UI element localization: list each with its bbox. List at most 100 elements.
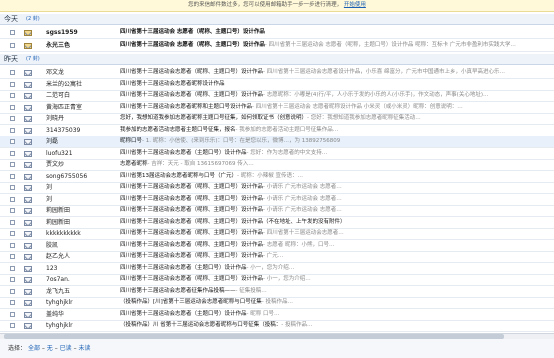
select-read-link[interactable]: 已读	[60, 345, 72, 352]
mail-row[interactable]: 邓文龙 四川省第十三届运动会志愿者（昵称、主题口号）设计作品- 四川省第十三届运动…	[0, 67, 554, 79]
mail-row[interactable]: 黄海匹正青室 四川省第十三届运动会志愿者昵称和主题口号设计作品- 四川省第十三届运…	[0, 102, 554, 114]
mail-subject-cell[interactable]: 四川省第13届运动会志愿者昵称与口号（广元）- 昵称：小辣椒 宣传语：…	[120, 171, 554, 182]
mail-sender[interactable]: 刘	[46, 182, 118, 193]
mail-row-checkbox[interactable]	[10, 277, 15, 282]
mail-sender[interactable]: 米兰的公寓社	[46, 79, 118, 90]
mail-subject-cell[interactable]: 四川省第十三届运动会志愿者（呢称、主题口号）设计作品- 小请乐 广元市运动会 志…	[120, 194, 554, 205]
mail-subject[interactable]: 四川省第十三届运动会 志愿者（呢称、主题口号）设计作品	[120, 42, 265, 48]
mail-row-checkbox[interactable]	[10, 116, 15, 121]
mail-row-checkbox[interactable]	[10, 43, 15, 48]
mail-subject-cell[interactable]: 四川省第十三届运动会志愿者（呢称、主题口号）设计作品- 小一，您为介绍…	[120, 274, 554, 285]
mail-row[interactable]: 刘磊 昵称口号- 1. 昵称：小信使、(来到乐乐)：口号：在是您以乐，微博…，为 …	[0, 136, 554, 148]
mail-sender[interactable]: 314375039	[46, 125, 118, 136]
mail-sender[interactable]: 永光三色	[46, 40, 118, 51]
mail-row-checkbox[interactable]	[10, 219, 15, 225]
mail-row-checkbox[interactable]	[10, 196, 15, 202]
mail-subject-cell[interactable]: 四川省第十三届运动会志愿者（呢称、主题口号）设计作品（不在地址、上午发的没有附件…	[120, 217, 554, 228]
mail-row-checkbox[interactable]	[10, 150, 15, 156]
mail-subject-cell[interactable]: 四川省第十三届运动会志愿者（昵称、主题口号）设计作品- 四川省第十三届运动会志愿…	[120, 228, 554, 239]
mail-sender[interactable]: 123	[46, 263, 118, 274]
mail-subject-cell[interactable]: 四川省第十三届运动会志愿者昵称和主题口号设计作品- 四川省第十三届运动会 志愿者…	[120, 102, 554, 113]
mail-row[interactable]: 刘四川省第十三届运动会志愿者（呢称、主题口号）设计作品- 小请乐 广元市运动会 …	[0, 194, 554, 206]
mail-row-checkbox[interactable]	[10, 81, 15, 87]
mail-sender[interactable]: 邓文龙	[46, 67, 118, 78]
mail-subject-cell[interactable]: 四川省第十三届运动会 志愿者（呢称、主题口号）设计作品- 四川省第十三届运动会 …	[120, 40, 554, 51]
mail-subject[interactable]: 四川省第十三届运动会志愿者昵称设计作品	[120, 81, 225, 87]
mail-subject[interactable]: 四川省第十三届运动会志愿者征集作品投稿——	[120, 288, 236, 294]
select-unread-link[interactable]: 未读	[79, 345, 91, 352]
mail-subject[interactable]: （投稿作品）[川]省第十三届运动会志愿者昵称与口号征集	[120, 299, 262, 305]
mail-row-checkbox[interactable]	[10, 185, 15, 190]
mail-row-checkbox[interactable]	[10, 242, 15, 248]
mail-subject-cell[interactable]: 昵称口号- 1. 昵称：小信使、(来到乐乐)：口号：在是您以乐，微博…，为 13…	[120, 136, 554, 147]
mail-subject-cell[interactable]: 四川省第十三届运动会志愿者（昵称、主题口号）设计作品- 四川省第十三届运动会志愿…	[120, 67, 554, 78]
mail-row[interactable]: 314375039 我参加的志愿者活动志愿者主题口号征集，报名- 我参加的志愿者活…	[0, 125, 554, 137]
mail-subject-cell[interactable]: 四川省第十三届运动会志愿者（主题口号）设计作品- 您好：作为志愿者的中文支持…	[120, 148, 554, 159]
mail-subject[interactable]: 四川省第十三届运动会志愿者（呢称、主题口号）设计作品	[120, 242, 263, 248]
mail-sender[interactable]: 龙飞九五	[46, 286, 118, 297]
mail-subject-cell[interactable]: 志愿者昵称- 吉祥：天元 - 取自 13615697069 传入…	[120, 159, 554, 170]
mail-subject[interactable]: （投稿作品）川 省第十三届运动会志愿者昵称与口号征集（投稿：	[120, 322, 281, 328]
mail-subject[interactable]: 四川省第十三届运动会志愿者（主题口号）设计作品	[120, 311, 247, 317]
mail-subject[interactable]: 四川省第十三届运动会志愿者（昵称、主题口号）设计作品	[120, 230, 263, 236]
mail-subject-cell[interactable]: 我参加的志愿者活动志愿者主题口号征集，报名- 我参加的志愿者活动主题口号征集作品…	[120, 125, 554, 136]
mail-row[interactable]: 123 四川省第十三届运动会志愿者（主题口号）设计作品- 小一，您为介绍…	[0, 263, 554, 275]
select-none-link[interactable]: 无	[47, 345, 53, 352]
mail-row-checkbox[interactable]	[10, 311, 15, 317]
mail-row[interactable]: 贾文炒 志愿者昵称- 吉祥：天元 - 取自 13615697069 传入…	[0, 159, 554, 171]
mail-subject-cell[interactable]: 四川省第十三届运动会志愿者（呢称、主题口号）设计作品- 广元…	[120, 251, 554, 262]
mail-sender[interactable]: 盖纯华	[46, 309, 118, 320]
mail-subject[interactable]: 志愿者昵称	[120, 161, 148, 167]
mail-row[interactable]: sgss1959 四川省第十三届运动会 志愿者（呢称、主题口号）设计作品	[0, 27, 554, 39]
mail-sender[interactable]: kkkkkkkkkk	[46, 228, 118, 239]
mail-row-checkbox[interactable]	[10, 254, 15, 259]
mail-row-checkbox[interactable]	[10, 162, 15, 167]
mail-subject[interactable]: 昵称口号	[120, 138, 142, 144]
mail-subject[interactable]: 四川省第十三届运动会志愿者（主题口号）设计作品	[120, 150, 247, 156]
mail-row-checkbox[interactable]	[10, 323, 15, 328]
mail-subject[interactable]: 四川省第十三届运动会志愿者（呢称、主题口号）设计作品	[120, 184, 263, 190]
mail-subject[interactable]: 我参加的志愿者活动志愿者主题口号征集，报名	[120, 127, 236, 133]
mail-row[interactable]: 刘晓丹 您好，我想知道我参加志愿者昵称主题口号征集，如何领取证书（创意说明）- 您…	[0, 113, 554, 125]
mail-sender[interactable]: 赵乙允人	[46, 251, 118, 262]
mail-row-checkbox[interactable]	[10, 173, 15, 179]
mail-row-checkbox[interactable]	[10, 93, 15, 98]
mail-subject-cell[interactable]: 四川省第十三届运动会志愿者昵称设计作品	[120, 79, 554, 90]
mail-row[interactable]: 二范可白 四川省第十三届运动会志愿者（呢称、主题口号）设计作品- 志愿昵称：小嘟是…	[0, 90, 554, 102]
mail-sender[interactable]: 刘晓丹	[46, 113, 118, 124]
mail-subject[interactable]: 您好，我想知道我参加志愿者昵称主题口号征集，如何领取证书（创意说明）	[120, 115, 307, 121]
mail-row[interactable]: song6755056 四川省第13届运动会志愿者昵称与口号（广元）- 昵称：小辣…	[0, 171, 554, 183]
mail-subject-cell[interactable]: 四川省第十三届运动会志愿者（呢称、主题口号）设计作品- 小请乐 广元市运动会 志…	[120, 182, 554, 193]
mail-subject-cell[interactable]: 四川省第十三届运动会志愿者（呢称、主题口号）设计作品- 志愿者 昵称：小熊，口号…	[120, 240, 554, 251]
mail-row-checkbox[interactable]	[10, 104, 15, 110]
start-using-link[interactable]: 开始使用	[344, 2, 366, 8]
mail-row[interactable]: 永光三色 四川省第十三届运动会 志愿者（呢称、主题口号）设计作品- 四川省第十三届…	[0, 40, 554, 52]
mail-subject-cell[interactable]: 四川省第十三届运动会志愿者（呢称、主题口号）设计作品- 志愿昵称：小嘟是(4)行…	[120, 90, 554, 101]
mail-row[interactable]: 刘四川省第十三届运动会志愿者（呢称、主题口号）设计作品- 小请乐 广元市运动会 …	[0, 182, 554, 194]
mail-subject-cell[interactable]: 您好，我想知道我参加志愿者昵称主题口号征集，如何领取证书（创意说明）- 您好：我…	[120, 113, 554, 124]
mail-row-checkbox[interactable]	[10, 208, 15, 213]
mail-row-checkbox[interactable]	[10, 231, 15, 236]
mail-subject[interactable]: 四川省第十三届运动会志愿者（昵称、主题口号）设计作品	[120, 69, 263, 75]
mail-row[interactable]: 米兰的公寓社 四川省第十三届运动会志愿者昵称设计作品	[0, 79, 554, 91]
mail-row-checkbox[interactable]	[10, 288, 15, 294]
group-header-today[interactable]: 今天 (2 封)	[0, 14, 554, 25]
mail-sender[interactable]: song6755056	[46, 171, 118, 182]
mail-sender[interactable]: tyhghjklr	[46, 297, 118, 308]
mail-subject-cell[interactable]: 四川省第十三届运动会 志愿者（呢称、主题口号）设计作品	[120, 27, 554, 38]
mail-sender[interactable]: 贾文炒	[46, 159, 118, 170]
mail-row[interactable]: 盖纯华 四川省第十三届运动会志愿者（主题口号）设计作品- 昵称 口号…	[0, 309, 554, 321]
mail-row[interactable]: 莉园新田 四川省第十三届运动会志愿者（呢称、主题口号）设计作品（不在地址、上午发的…	[0, 217, 554, 229]
mail-subject-cell[interactable]: 四川省第十三届运动会志愿者征集作品投稿——- 征集投稿…	[120, 286, 554, 297]
mail-row[interactable]: 胶凯 四川省第十三届运动会志愿者（呢称、主题口号）设计作品- 志愿者 昵称：小熊，…	[0, 240, 554, 252]
group-header-yesterday[interactable]: 昨天 (7 封)	[0, 54, 554, 65]
mail-sender[interactable]: 莉园新田	[46, 217, 118, 228]
mail-row[interactable]: luofu321 四川省第十三届运动会志愿者（主题口号）设计作品- 您好：作为志愿…	[0, 148, 554, 160]
mail-subject[interactable]: 四川省第十三届运动会志愿者（呢称、主题口号）设计作品	[120, 92, 263, 98]
group-count-yesterday[interactable]: (7 封)	[26, 54, 40, 64]
mail-row-checkbox[interactable]	[10, 70, 15, 75]
mail-sender[interactable]: 莉园新田	[46, 205, 118, 216]
mail-row[interactable]: 龙飞九五 四川省第十三届运动会志愿者征集作品投稿——- 征集投稿…	[0, 286, 554, 298]
mail-row-checkbox[interactable]	[10, 139, 15, 144]
mail-subject[interactable]: 四川省第十三届运动会志愿者（呢称、主题口号）设计作品	[120, 207, 263, 213]
